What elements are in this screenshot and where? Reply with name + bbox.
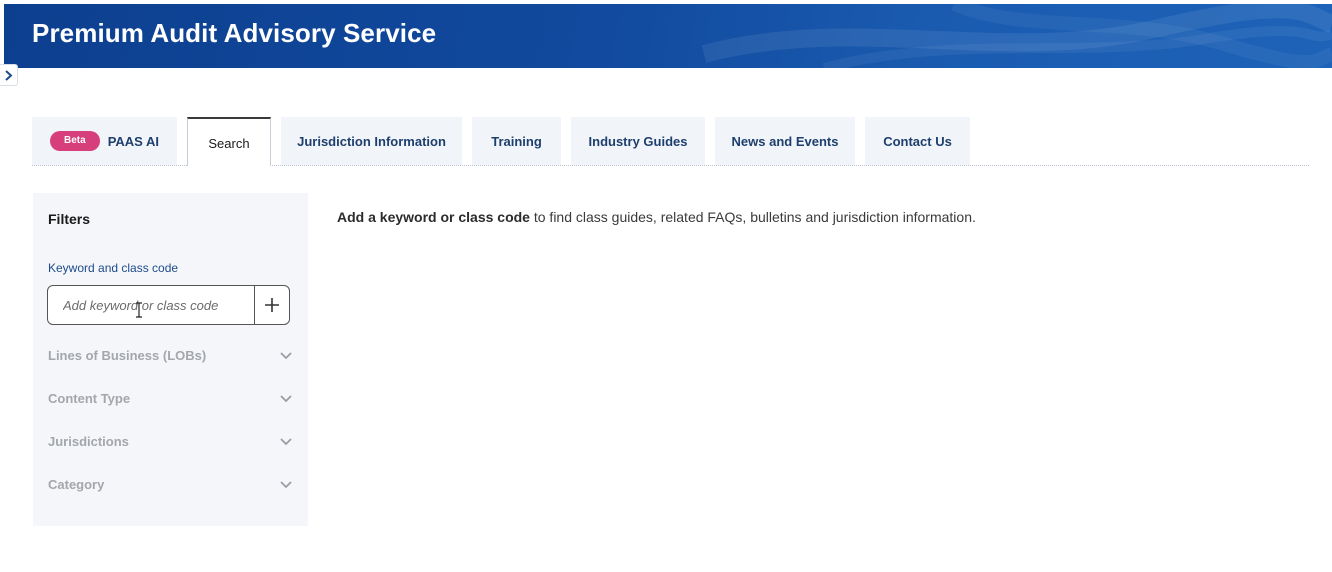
chevron-down-icon bbox=[280, 395, 292, 403]
instruction-text: to find class guides, related FAQs, bull… bbox=[529, 209, 976, 225]
tab-label: News and Events bbox=[731, 133, 839, 149]
filters-panel: Filters Keyword and class code Lines of … bbox=[33, 193, 308, 526]
tab-label: PAAS AI bbox=[107, 133, 159, 149]
tab-contact-us[interactable]: Contact Us bbox=[865, 117, 970, 165]
filter-section-label: Lines of Business (LOBs) bbox=[48, 347, 207, 363]
add-keyword-button[interactable] bbox=[254, 286, 289, 324]
keyword-label: Keyword and class code bbox=[48, 261, 179, 275]
tab-label: Training bbox=[491, 133, 542, 149]
text-cursor-icon bbox=[136, 302, 142, 318]
chevron-down-icon bbox=[280, 481, 292, 489]
chevron-down-icon bbox=[280, 438, 292, 446]
tab-paas-ai[interactable]: Beta PAAS AI bbox=[32, 117, 177, 165]
filter-section-label: Category bbox=[48, 476, 105, 492]
page-title: Premium Audit Advisory Service bbox=[32, 18, 437, 48]
tab-news-and-events[interactable]: News and Events bbox=[715, 117, 855, 165]
chevron-down-icon bbox=[280, 352, 292, 360]
filter-content-type-toggle[interactable]: Content Type bbox=[48, 388, 293, 408]
beta-badge: Beta bbox=[50, 131, 100, 151]
filter-section-label: Content Type bbox=[48, 390, 131, 406]
keyword-input-group bbox=[47, 285, 290, 325]
filter-section-label: Jurisdictions bbox=[48, 433, 129, 449]
tab-label: Jurisdiction Information bbox=[297, 133, 446, 149]
header-banner: Premium Audit Advisory Service bbox=[4, 4, 1332, 68]
tab-label: Industry Guides bbox=[588, 133, 688, 149]
chevron-right-icon bbox=[5, 69, 13, 81]
instruction-emphasis: Add a keyword or class code bbox=[337, 209, 530, 225]
plus-icon bbox=[265, 298, 279, 312]
tab-training[interactable]: Training bbox=[472, 117, 561, 165]
keyword-input[interactable] bbox=[48, 286, 254, 324]
tab-label: Search bbox=[208, 136, 250, 151]
main-tabs: Beta PAAS AI Search Jurisdiction Informa… bbox=[32, 117, 1309, 166]
tab-label: Contact Us bbox=[883, 133, 952, 149]
filter-lobs-toggle[interactable]: Lines of Business (LOBs) bbox=[48, 345, 293, 365]
search-instructions: Add a keyword or class code to find clas… bbox=[337, 209, 976, 225]
filter-category-toggle[interactable]: Category bbox=[48, 474, 293, 494]
tab-industry-guides[interactable]: Industry Guides bbox=[571, 117, 705, 165]
filter-jurisdictions-toggle[interactable]: Jurisdictions bbox=[48, 431, 293, 451]
tab-search[interactable]: Search bbox=[187, 117, 271, 166]
tab-jurisdiction-information[interactable]: Jurisdiction Information bbox=[281, 117, 462, 165]
sidebar-expand-button[interactable] bbox=[0, 64, 18, 86]
filters-title: Filters bbox=[48, 211, 91, 227]
